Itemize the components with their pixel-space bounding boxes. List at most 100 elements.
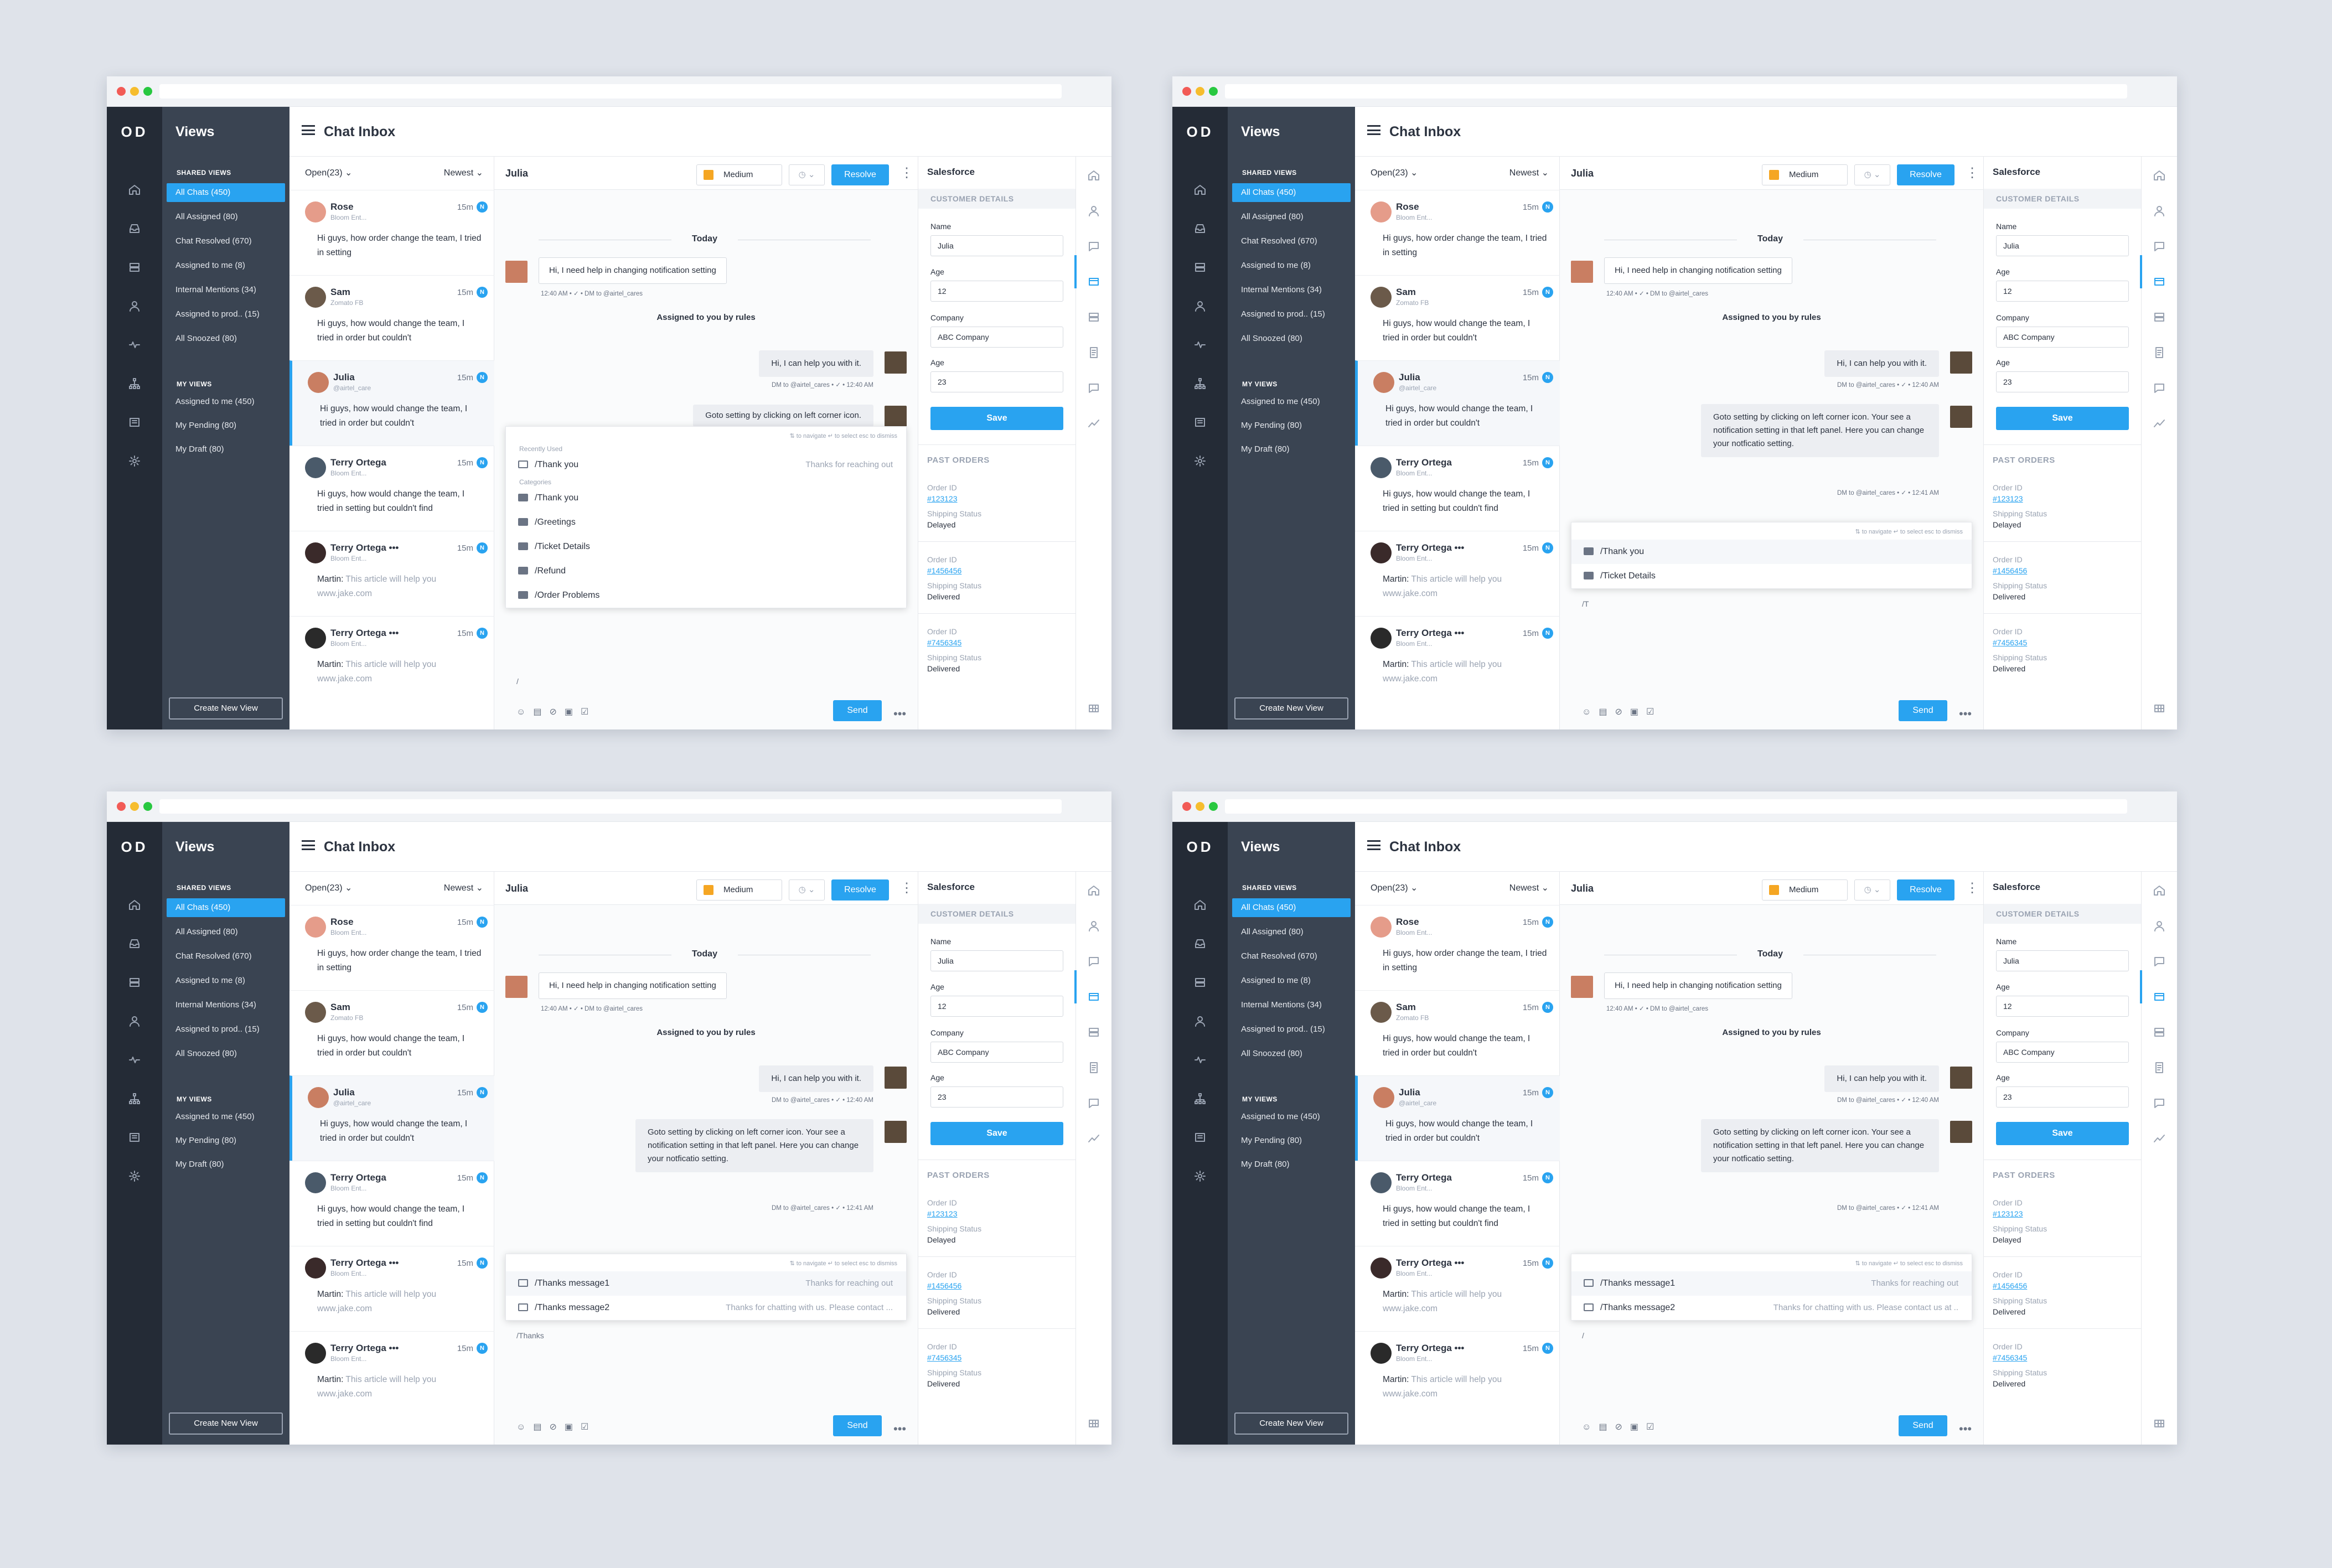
snooze-dropdown[interactable]: ◷ ⌄ (1854, 879, 1890, 901)
ticket-icon[interactable] (1087, 990, 1100, 1003)
chat-list-item[interactable]: Julia @airtel_care 15m N Hi guys, how would … (1355, 360, 1560, 446)
chart-icon[interactable] (2153, 1132, 2166, 1145)
view-item[interactable]: Internal Mentions (34) (1232, 996, 1351, 1015)
field-input[interactable]: ABC Company (1996, 1042, 2129, 1063)
database-icon[interactable] (2153, 311, 2166, 324)
news-icon[interactable] (128, 416, 141, 429)
view-item[interactable]: All Snoozed (80) (167, 1044, 285, 1063)
home-icon[interactable] (1087, 169, 1100, 182)
view-item[interactable]: Assigned to prod.. (15) (1232, 305, 1351, 324)
canned-response-item[interactable]: /Thanks message2 Thanks for chatting with… (506, 1296, 906, 1320)
message-icon[interactable] (2153, 1096, 2166, 1110)
attachment-icon[interactable]: ☑ (581, 1422, 596, 1432)
inbox-icon[interactable] (1193, 222, 1207, 235)
order-id-link[interactable]: #7456345 (1993, 1353, 2027, 1362)
sort-dropdown[interactable]: Newest ⌄ (1509, 157, 1549, 190)
view-item[interactable]: Chat Resolved (670) (167, 232, 285, 251)
order-id-link[interactable]: #7456345 (927, 638, 961, 647)
database-icon[interactable] (1087, 311, 1100, 324)
my-view-item[interactable]: My Pending (80) (167, 416, 285, 435)
priority-dropdown[interactable]: Medium (696, 879, 782, 901)
priority-dropdown[interactable]: Medium (1762, 164, 1848, 185)
category-item[interactable]: /Ticket Details (506, 535, 906, 559)
chat-icon[interactable] (2153, 955, 2166, 968)
canned-response-item[interactable]: /Thank you (1571, 540, 1972, 564)
database-icon[interactable] (1193, 261, 1207, 274)
link-icon[interactable]: ⊘ (1615, 1422, 1630, 1432)
my-view-item[interactable]: My Draft (80) (167, 440, 285, 459)
home-icon[interactable] (2153, 884, 2166, 897)
my-view-item[interactable]: My Pending (80) (167, 1131, 285, 1150)
view-item[interactable]: Assigned to prod.. (15) (1232, 1020, 1351, 1039)
status-filter[interactable]: Open(23) ⌄ (305, 872, 352, 905)
emoji-icon[interactable]: ☺ (516, 707, 533, 717)
chat-list-item[interactable]: Julia @airtel_care 15m N Hi guys, how would … (1355, 1075, 1560, 1161)
inbox-icon[interactable] (128, 937, 141, 950)
create-new-view-button[interactable]: Create New View (169, 1412, 283, 1435)
chat-list-item[interactable]: Terry Ortega Bloom Ent... 15m N Hi guys, how… (1355, 1161, 1560, 1246)
view-item[interactable]: All Snoozed (80) (1232, 329, 1351, 348)
user-icon[interactable] (2153, 204, 2166, 218)
category-item[interactable]: /Thank you (506, 486, 906, 510)
grid-icon[interactable] (1087, 1417, 1100, 1430)
chat-list-item[interactable]: Terry Ortega ••• Bloom Ent... 15m N Martin: … (289, 616, 494, 701)
order-id-link[interactable]: #1456456 (1993, 566, 2027, 575)
canned-response-item[interactable]: /Thanks message1 Thanks for reaching out (506, 1271, 906, 1296)
gear-icon[interactable] (128, 1169, 141, 1183)
status-filter[interactable]: Open(23) ⌄ (305, 157, 352, 190)
chat-list-item[interactable]: Terry Ortega ••• Bloom Ent... 15m N Martin: … (1355, 531, 1560, 616)
minimize-dot[interactable] (130, 87, 139, 96)
image-icon[interactable]: ▣ (565, 1422, 581, 1432)
canned-response-item[interactable]: /Thanks message1 Thanks for reaching out (1571, 1271, 1972, 1296)
order-id-link[interactable]: #123123 (1993, 494, 2023, 503)
save-button[interactable]: Save (1996, 1122, 2129, 1145)
canned-response-item[interactable]: /Ticket Details (1571, 564, 1972, 588)
close-dot[interactable] (117, 802, 126, 811)
more-icon[interactable]: ••• (1959, 707, 1972, 721)
user-icon[interactable] (128, 299, 141, 313)
view-item[interactable]: All Snoozed (80) (1232, 1044, 1351, 1063)
more-icon[interactable]: ⋮ (900, 882, 913, 895)
chat-list-item[interactable]: Rose Bloom Ent... 15m N Hi guys, how order c… (289, 190, 494, 275)
org-chart-icon[interactable] (128, 377, 141, 390)
composer-input[interactable]: /T (1582, 599, 1589, 608)
canned-response-item[interactable]: /Thanks message2 Thanks for chatting with… (1571, 1296, 1972, 1320)
send-button[interactable]: Send (1899, 1415, 1947, 1436)
create-new-view-button[interactable]: Create New View (169, 697, 283, 720)
more-icon[interactable]: ⋮ (1966, 167, 1979, 180)
message-icon[interactable] (2153, 381, 2166, 395)
chat-list-item[interactable]: Terry Ortega ••• Bloom Ent... 15m N Martin: … (289, 1331, 494, 1416)
chat-list-item[interactable]: Rose Bloom Ent... 15m N Hi guys, how order c… (1355, 190, 1560, 275)
home-icon[interactable] (128, 183, 141, 196)
link-icon[interactable]: ⊘ (549, 707, 564, 717)
maximize-dot[interactable] (143, 87, 152, 96)
maximize-dot[interactable] (1209, 87, 1218, 96)
create-new-view-button[interactable]: Create New View (1234, 1412, 1348, 1435)
image-icon[interactable]: ▣ (1630, 1422, 1646, 1432)
create-new-view-button[interactable]: Create New View (1234, 697, 1348, 720)
resolve-button[interactable]: Resolve (1897, 879, 1954, 901)
image-icon[interactable]: ▣ (1630, 707, 1646, 717)
user-icon[interactable] (1087, 204, 1100, 218)
snooze-dropdown[interactable]: ◷ ⌄ (789, 164, 825, 185)
view-item[interactable]: Assigned to prod.. (15) (167, 305, 285, 324)
order-id-link[interactable]: #7456345 (927, 1353, 961, 1362)
priority-dropdown[interactable]: Medium (1762, 879, 1848, 901)
view-item[interactable]: All Assigned (80) (167, 923, 285, 941)
chat-list-item[interactable]: Sam Zomato FB 15m N Hi guys, how would chang… (289, 990, 494, 1075)
home-icon[interactable] (128, 898, 141, 912)
my-view-item[interactable]: Assigned to me (450) (167, 392, 285, 411)
address-bar[interactable] (1225, 799, 2127, 814)
view-item[interactable]: All Assigned (80) (1232, 923, 1351, 941)
home-icon[interactable] (1193, 898, 1207, 912)
minimize-dot[interactable] (1196, 87, 1204, 96)
composer-input[interactable]: / (516, 677, 519, 686)
sort-dropdown[interactable]: Newest ⌄ (444, 872, 483, 905)
address-bar[interactable] (1225, 84, 2127, 99)
field-input[interactable]: Julia (1996, 950, 2129, 971)
news-icon[interactable] (1193, 1131, 1207, 1144)
send-button[interactable]: Send (1899, 700, 1947, 721)
status-filter[interactable]: Open(23) ⌄ (1371, 872, 1418, 905)
attachment-icon[interactable]: ☑ (1646, 1422, 1662, 1432)
org-chart-icon[interactable] (1193, 377, 1207, 390)
